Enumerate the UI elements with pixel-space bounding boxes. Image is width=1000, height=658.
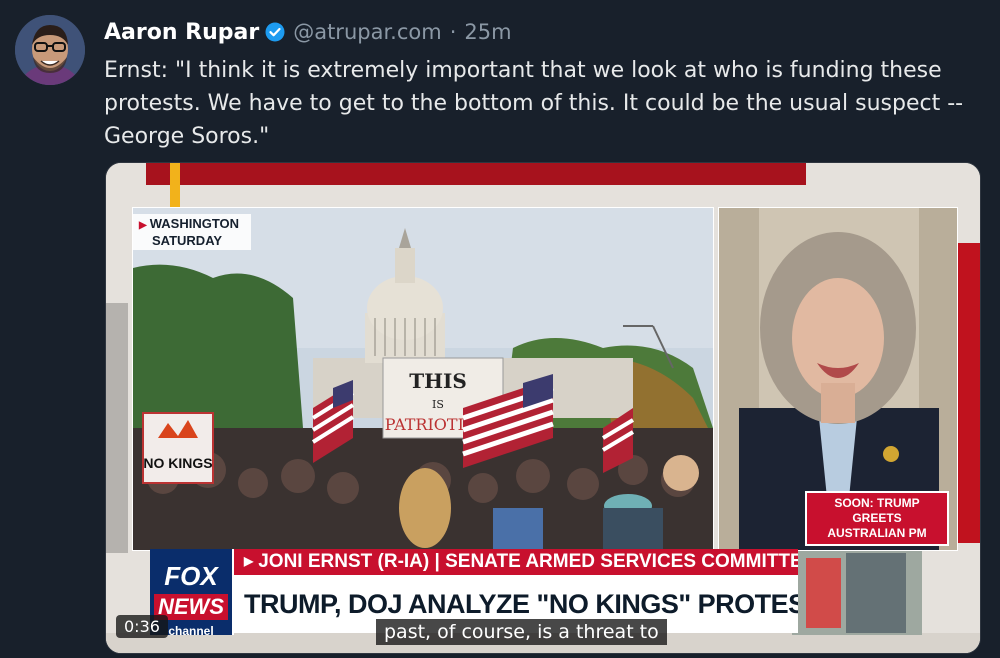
capitol-protest-image: NO KINGS THIS IS PATRIOTISM xyxy=(133,208,713,550)
sign-is: IS xyxy=(432,398,444,411)
soon-line-2: AUSTRALIAN PM xyxy=(827,526,927,540)
verified-badge-icon xyxy=(265,22,285,42)
tweet-header: Aaron Rupar @atrupar.com · 25m xyxy=(104,16,512,48)
header-separator: · xyxy=(449,20,457,44)
logo-line-1: FOX xyxy=(164,561,218,591)
soon-line-1: SOON: TRUMP GREETS xyxy=(834,496,920,525)
location-arrow-icon: ▶ xyxy=(139,220,147,231)
interview-feed: SOON: TRUMP GREETS AUSTRALIAN PM xyxy=(718,207,958,551)
chyron-arrow-icon: ▶ xyxy=(244,554,254,568)
video-player[interactable]: NO KINGS THIS IS PATRIOTISM ▶WASHINGTON xyxy=(105,162,981,654)
location-day: SATURDAY xyxy=(152,233,223,248)
name-chyron: ▶ JONI ERNST (R-IA) | SENATE ARMED SERVIC… xyxy=(234,549,798,575)
post-time[interactable]: 25m xyxy=(464,20,511,44)
sign-this: THIS xyxy=(409,369,467,393)
protest-footage: NO KINGS THIS IS PATRIOTISM ▶WASHINGTON xyxy=(132,207,714,551)
sign-no-kings: NO KINGS xyxy=(143,455,212,471)
video-caption: past, of course, is a threat to xyxy=(376,619,667,645)
author-handle[interactable]: @atrupar.com xyxy=(293,20,441,44)
location-tag: ▶ WASHINGTON SATURDAY xyxy=(133,214,252,250)
soon-banner: SOON: TRUMP GREETS AUSTRALIAN PM xyxy=(805,491,949,546)
video-timestamp: 0:36 xyxy=(116,615,168,638)
avatar-image xyxy=(15,15,85,85)
location-city: WASHINGTON xyxy=(149,216,240,231)
avatar[interactable] xyxy=(15,15,85,85)
tweet-text: Ernst: "I think it is extremely importan… xyxy=(104,58,964,149)
name-chyron-text: JONI ERNST (R-IA) | SENATE ARMED SERVICE… xyxy=(258,551,798,572)
author-name[interactable]: Aaron Rupar xyxy=(104,20,259,45)
